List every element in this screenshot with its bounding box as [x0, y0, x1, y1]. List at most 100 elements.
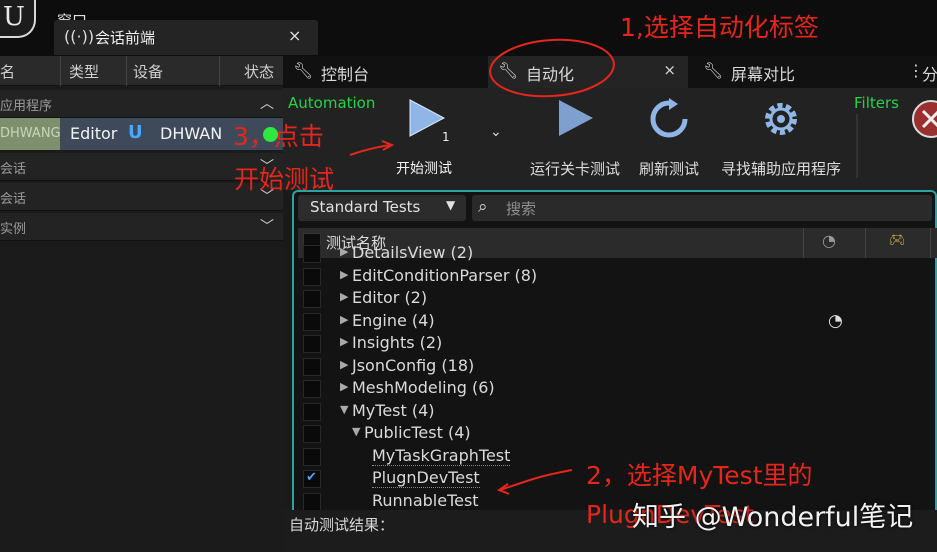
test-checkbox[interactable] [303, 267, 321, 286]
test-name: EditConditionParser (8) [352, 265, 538, 285]
group-label: 实例 [0, 222, 27, 237]
tab-label: 分 [922, 65, 937, 84]
errors-filter-button[interactable]: 错误 [901, 98, 937, 140]
test-row[interactable]: ▶ DetailsView (2) [298, 243, 937, 266]
wrench-icon: 🔧︎ [498, 61, 519, 80]
column-name[interactable]: 名 [0, 61, 15, 82]
tab-screen-compare[interactable]: 🔧︎ 屏幕对比 [693, 56, 893, 88]
test-checkbox[interactable] [303, 380, 321, 398]
expand-arrow-right-icon[interactable]: ▶ [340, 380, 348, 393]
test-checkbox[interactable] [303, 402, 321, 421]
chevron-down-icon: ▼ [446, 198, 456, 212]
test-checkbox[interactable] [303, 470, 321, 488]
automation-toolbar: Automation Filters 1 开始测试 ⌄ 运行关卡测试 刷新测试 … [283, 88, 937, 190]
session-frontend-tab[interactable]: ((·)) 会话前端 × [54, 20, 318, 55]
chevron-down-icon[interactable]: ⌄ [490, 124, 502, 140]
chevron-up-icon: ︿ [260, 96, 274, 112]
test-checkbox[interactable] [303, 357, 321, 376]
wrench-icon: 🔧︎ [703, 61, 724, 80]
find-workers-label: 寻找辅助应用程序 [720, 160, 841, 178]
test-row[interactable]: ▶ JsonConfig (18) [298, 356, 937, 379]
test-checkbox[interactable] [303, 447, 321, 466]
expand-arrow-right-icon[interactable]: ▶ [340, 268, 348, 281]
tool-tabs: 🔧︎ 控制台 🔧︎ 自动化 × 🔧︎ 屏幕对比 ⋮ 分 [283, 56, 937, 88]
annotation-step-2: 2，选择MyTest里的 [586, 461, 813, 490]
unreal-logo-icon[interactable]: U [0, 0, 36, 38]
expand-arrow-right-icon[interactable]: ▶ [340, 245, 348, 258]
test-checkbox[interactable] [303, 335, 321, 353]
tab-compare[interactable]: ⋮ 分 [898, 56, 937, 88]
start-tests-button[interactable]: 1 开始测试 [391, 98, 461, 177]
run-level-test-button[interactable]: 运行关卡测试 [521, 98, 629, 178]
test-row[interactable]: ▶ Engine (4) ◔ [298, 311, 937, 334]
test-name: Engine (4) [352, 310, 435, 330]
annotation-step-3: 3，点击 [233, 122, 324, 151]
refresh-tests-button[interactable]: 刷新测试 [634, 98, 704, 178]
expand-arrow-right-icon[interactable]: ▶ [340, 313, 348, 326]
expand-arrow-right-icon[interactable]: ▶ [340, 335, 348, 348]
gear-icon [765, 103, 797, 135]
find-workers-button[interactable]: 寻找辅助应用程序 [711, 98, 851, 178]
close-icon[interactable]: × [288, 26, 301, 45]
broadcast-icon: ((·)) [64, 27, 95, 46]
run-level-test-label: 运行关卡测试 [529, 160, 620, 178]
play-icon [559, 100, 593, 136]
filters-label: Filters [854, 94, 899, 112]
test-row[interactable]: ▶ MeshModeling (6) [298, 378, 937, 401]
expand-arrow-right-icon[interactable]: ▶ [340, 290, 348, 303]
search-input[interactable]: ⌕ 搜索 [472, 195, 932, 221]
test-checkbox[interactable] [303, 312, 321, 331]
expand-arrow-down-icon[interactable]: ▼ [352, 425, 360, 438]
tab-console[interactable]: 🔧︎ 控制台 [283, 56, 483, 88]
group-applications[interactable]: 应用程序 ︿ [0, 90, 283, 118]
expand-arrow-down-icon[interactable]: ▼ [340, 403, 348, 416]
test-checkbox[interactable] [303, 425, 321, 443]
group-instances[interactable]: 实例 ﹀ [0, 213, 283, 241]
test-row[interactable]: ▶ Editor (2) [298, 288, 937, 311]
group-label: 会话 [0, 162, 27, 177]
refresh-icon [650, 98, 688, 138]
test-checkbox[interactable] [303, 492, 321, 511]
refresh-tests-label: 刷新测试 [638, 160, 699, 178]
results-label: 自动测试结果： [289, 516, 395, 534]
test-name: PlugnDevTest [372, 468, 480, 488]
test-name: DetailsView (2) [352, 243, 474, 262]
test-name: PublicTest (4) [364, 423, 471, 442]
test-row[interactable]: ▶ EditConditionParser (8) [298, 266, 937, 289]
tab-label: 屏幕对比 [731, 65, 796, 84]
test-checkbox[interactable] [303, 245, 321, 263]
annotation-step-1: 1,选择自动化标签 [620, 13, 819, 42]
annotation-step-3-line2: 开始测试 [234, 165, 335, 194]
test-name: RunnableTest [372, 490, 479, 511]
unreal-engine-icon: U [128, 122, 143, 143]
test-name: MyTaskGraphTest [372, 445, 511, 466]
automation-label: Automation [288, 94, 376, 112]
selected-count: 1 [442, 130, 450, 144]
group-label: 应用程序 [0, 99, 53, 114]
watermark: 知乎 @Wonderful笔记 [632, 502, 914, 533]
test-name: Insights (2) [352, 333, 443, 352]
search-placeholder: 搜索 [506, 200, 537, 218]
wrench-icon: 🔧︎ [293, 61, 314, 80]
test-row[interactable]: ▼ MyTest (4) [298, 401, 937, 424]
session-tab-title: 会话前端 [95, 29, 156, 47]
expand-arrow-right-icon[interactable]: ▶ [340, 358, 348, 371]
error-icon [912, 100, 937, 138]
start-tests-label: 开始测试 [396, 161, 452, 177]
tab-label: 自动化 [526, 65, 575, 84]
search-icon: ⌕ [478, 197, 488, 217]
test-name: Editor (2) [352, 288, 428, 307]
test-checkbox[interactable] [303, 290, 321, 308]
test-name: MeshModeling (6) [352, 378, 495, 397]
tab-automation[interactable]: 🔧︎ 自动化 × [488, 56, 688, 88]
column-device[interactable]: 设备 [133, 61, 163, 82]
test-row[interactable]: ▶ Insights (2) [298, 333, 937, 356]
group-label: 会话 [0, 192, 27, 207]
instance-name: DHWANG [0, 118, 61, 150]
test-preset-dropdown[interactable]: Standard Tests ▼ [298, 195, 466, 221]
test-row[interactable]: ▼ PublicTest (4) [298, 423, 937, 446]
column-type[interactable]: 类型 [69, 61, 99, 82]
column-status[interactable]: 状态 [244, 61, 274, 82]
close-icon[interactable]: × [663, 61, 676, 79]
test-name: MyTest (4) [352, 400, 435, 420]
